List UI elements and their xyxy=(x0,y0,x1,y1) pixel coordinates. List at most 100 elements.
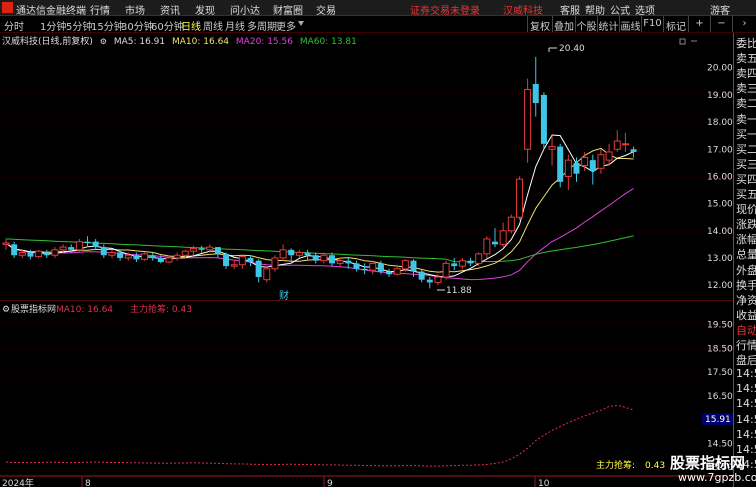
btn-biaoji[interactable]: 标记 xyxy=(663,16,688,33)
candle-body xyxy=(295,252,303,256)
candle-body xyxy=(605,151,613,161)
btn-huaxian[interactable]: 画线 xyxy=(619,16,641,33)
indicator-tick: 14.50 xyxy=(707,439,733,449)
menubar: 通达信金融终端 行情 市场 资讯 发现 问小达 财富圈 交易 证券交易未登录 汉… xyxy=(0,0,756,17)
btn-plus[interactable]: + xyxy=(688,16,710,32)
candle-body xyxy=(304,252,311,256)
chart-info-line: 汉威科技(日线,前复权) ⚙ MA5: 16.91 MA10: 16.64 MA… xyxy=(0,34,361,47)
side-panel-item: 买四 xyxy=(736,172,756,186)
price-tick: 12.00 xyxy=(707,281,733,291)
period-30min[interactable]: 30分钟 xyxy=(121,18,154,33)
ma20-value: MA20: 15.56 xyxy=(235,37,293,47)
side-panel-item: 14:50 xyxy=(736,427,756,441)
candle-body xyxy=(540,94,547,144)
candle-body xyxy=(279,249,287,259)
btn-fuquan[interactable]: 复权 xyxy=(527,16,552,33)
menu-bangzhu[interactable]: 帮助 xyxy=(585,2,605,17)
indicator-chart[interactable]: 19.5018.5017.5016.5015.5014.5013.50 ⚙ 股票… xyxy=(0,300,733,487)
side-panel-item: 委比 xyxy=(736,37,756,50)
candle-body xyxy=(401,260,409,270)
candle-body xyxy=(442,262,450,278)
menu-jiaoyi[interactable]: 交易 xyxy=(316,2,336,17)
menu-wenxiaoda[interactable]: 问小达 xyxy=(230,2,260,17)
candle-body xyxy=(43,252,50,256)
btn-gegu[interactable]: 个股 xyxy=(575,16,597,33)
ma10-value: MA10: 16.64 xyxy=(172,37,230,47)
candle-body xyxy=(499,230,507,245)
menu-kefu[interactable]: 客服 xyxy=(560,2,580,17)
chart-title: 汉威科技(日线,前复权) xyxy=(2,37,93,47)
ma60-value: MA60: 13.81 xyxy=(299,37,357,47)
menu-faxian[interactable]: 发现 xyxy=(195,2,215,17)
kline-chart[interactable]: 20.00 19.00 18.00 17.00 16.00 15.00 14.00 13.00… xyxy=(0,34,733,300)
trade-login-notice[interactable]: 证券交易未登录 xyxy=(410,2,480,17)
menu-hangqing[interactable]: 行情 xyxy=(90,2,110,17)
chart-settings-icon[interactable]: ⚙ xyxy=(100,37,107,46)
candle-body xyxy=(353,263,360,269)
candle-body xyxy=(84,241,91,244)
menu-gongshi[interactable]: 公式 xyxy=(610,2,630,17)
candle-body xyxy=(141,253,149,260)
side-panel-item: 涨幅 xyxy=(736,233,756,247)
btn-tongji[interactable]: 统计 xyxy=(597,16,619,33)
candle-body xyxy=(214,247,221,254)
low-price-label: 11.88 xyxy=(446,286,472,296)
side-panel-item: 14:50 xyxy=(736,397,756,411)
candle-body xyxy=(238,256,246,266)
candle-body xyxy=(108,252,116,256)
period-1min[interactable]: 1分钟 xyxy=(40,18,66,33)
period-60min[interactable]: 60分钟 xyxy=(151,18,184,33)
menu-shichang[interactable]: 市场 xyxy=(125,2,145,17)
menu-caifuquan[interactable]: 财富圈 xyxy=(273,2,303,17)
side-panel-item: 买五 xyxy=(736,188,756,201)
period-fenshi[interactable]: 分时 xyxy=(4,18,24,33)
price-tick: 20.00 xyxy=(707,64,733,74)
btn-minus[interactable]: − xyxy=(710,16,732,32)
period-15min[interactable]: 15分钟 xyxy=(91,18,124,33)
period-multi[interactable]: 多周期 xyxy=(247,18,277,33)
side-panel-item: 净资 xyxy=(736,293,756,307)
period-weekly[interactable]: 周线 xyxy=(203,18,223,33)
btn-expand[interactable]: › xyxy=(732,16,756,32)
side-panel-item: 换手 xyxy=(736,278,756,292)
window-restore-icon[interactable] xyxy=(679,38,686,45)
side-panel-item: 外盘 xyxy=(736,263,756,277)
candle-body xyxy=(393,268,401,275)
btn-f10[interactable]: F10 xyxy=(641,16,663,32)
price-tick: 15.00 xyxy=(707,200,733,210)
candle-body xyxy=(59,246,67,251)
period-daily[interactable]: 日线 xyxy=(181,18,201,33)
candle-body xyxy=(11,244,18,256)
menu-zixun[interactable]: 资讯 xyxy=(160,2,180,17)
indicator-settings-icon[interactable]: ⚙ xyxy=(2,305,10,315)
period-monthly[interactable]: 月线 xyxy=(225,18,245,33)
side-panel-item: 卖一 xyxy=(736,112,756,126)
candle-body xyxy=(418,271,425,280)
date-year: 2024年 xyxy=(2,477,34,487)
period-more[interactable]: 更多 xyxy=(276,18,296,33)
period-toolbar: 分时 1分钟 5分钟 15分钟 30分钟 60分钟 日线 周线 月线 多周期 更… xyxy=(0,16,756,33)
btn-diejia[interactable]: 叠加 xyxy=(552,16,575,33)
price-tick: 19.00 xyxy=(707,91,733,101)
candle-body xyxy=(557,146,564,182)
more-chevron-icon[interactable] xyxy=(298,21,304,26)
candle-body xyxy=(564,159,572,177)
candle-body xyxy=(361,268,368,271)
candle-body xyxy=(75,241,83,251)
candle-body xyxy=(206,246,214,251)
side-panel-item: 买二 xyxy=(736,142,756,156)
side-panel-item: 卖三 xyxy=(736,82,756,96)
candle-body xyxy=(507,216,515,232)
menu-xuanxiang[interactable]: 选项 xyxy=(635,2,655,17)
menu-guest[interactable]: 游客 xyxy=(710,2,730,17)
candle-body xyxy=(271,257,279,270)
period-5min[interactable]: 5分钟 xyxy=(66,18,92,33)
candle-body xyxy=(133,255,140,260)
side-panel-item: 买三 xyxy=(736,157,756,171)
zl-ma10-line xyxy=(5,404,634,467)
candle-body xyxy=(263,268,271,281)
side-panel-item: 自动 xyxy=(736,323,756,337)
cai-marker[interactable]: 财 xyxy=(279,289,289,300)
candle-body xyxy=(288,249,295,256)
date-month-8: 8 xyxy=(85,479,91,487)
